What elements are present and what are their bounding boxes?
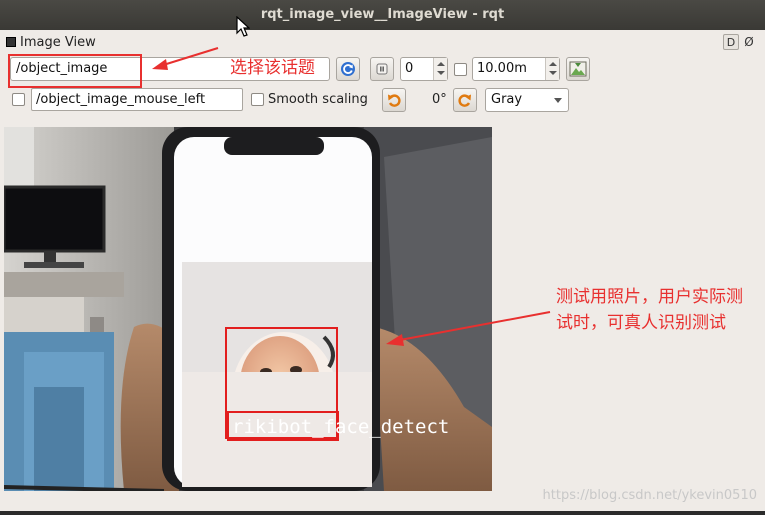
window-titlebar[interactable]: rqt_image_view__ImageView - rqt (0, 0, 765, 37)
annotation-arrow-right (386, 311, 551, 346)
annotation-select-topic: 选择该话题 (230, 58, 315, 78)
rotate-left-icon (388, 94, 401, 107)
bottom-strip (0, 511, 765, 515)
smooth-scaling-label: Smooth scaling (268, 92, 368, 107)
save-image-button[interactable] (566, 57, 590, 81)
pause-button[interactable] (370, 57, 394, 81)
save-image-icon (569, 61, 587, 77)
frame-skip-stepper[interactable] (433, 58, 447, 80)
mouse-cursor-icon (236, 16, 250, 37)
color-scheme-value: Gray (491, 92, 523, 107)
frame-skip-value: 0 (405, 61, 414, 76)
rotation-label: 0° (432, 92, 447, 107)
delay-checkbox[interactable] (454, 63, 467, 76)
color-scheme-combobox[interactable]: Gray (485, 88, 569, 112)
mouse-publish-checkbox[interactable] (12, 93, 25, 106)
mouse-topic-value: /object_image_mouse_left (36, 92, 206, 107)
panel-close-button[interactable]: Ø (741, 34, 757, 50)
topic-highlight-box (8, 54, 142, 88)
frame-skip-spinbox[interactable]: 0 (400, 57, 448, 81)
rotate-right-button[interactable] (453, 88, 477, 112)
annotation-photo-note: 测试用照片，用户实际测试时，可真人识别测试 (556, 287, 743, 333)
chevron-down-icon (554, 98, 562, 103)
panel-title: Image View (20, 34, 96, 50)
delay-value: 10.00m (477, 61, 527, 76)
panel-header: Image View (6, 33, 96, 51)
mouse-topic-input[interactable]: /object_image_mouse_left (31, 88, 243, 111)
panel-help-button[interactable]: D (723, 34, 739, 50)
delay-stepper[interactable] (545, 58, 559, 80)
pause-icon (376, 63, 388, 75)
refresh-icon (341, 62, 355, 76)
rotate-left-button[interactable] (382, 88, 406, 112)
panel-buttons: D Ø (723, 34, 757, 50)
rotate-right-icon (458, 94, 471, 107)
panel-window-icon (6, 37, 16, 47)
delay-spinbox[interactable]: 10.00m (472, 57, 560, 81)
watermark-text: https://blog.csdn.net/ykevin0510 (542, 488, 757, 503)
smooth-scaling-checkbox[interactable] (251, 93, 264, 106)
window-title: rqt_image_view__ImageView - rqt (260, 7, 505, 22)
detection-label: rikibot_face_detect (232, 416, 449, 438)
annotation-arrow-top (152, 47, 219, 70)
refresh-topics-button[interactable] (336, 57, 360, 81)
